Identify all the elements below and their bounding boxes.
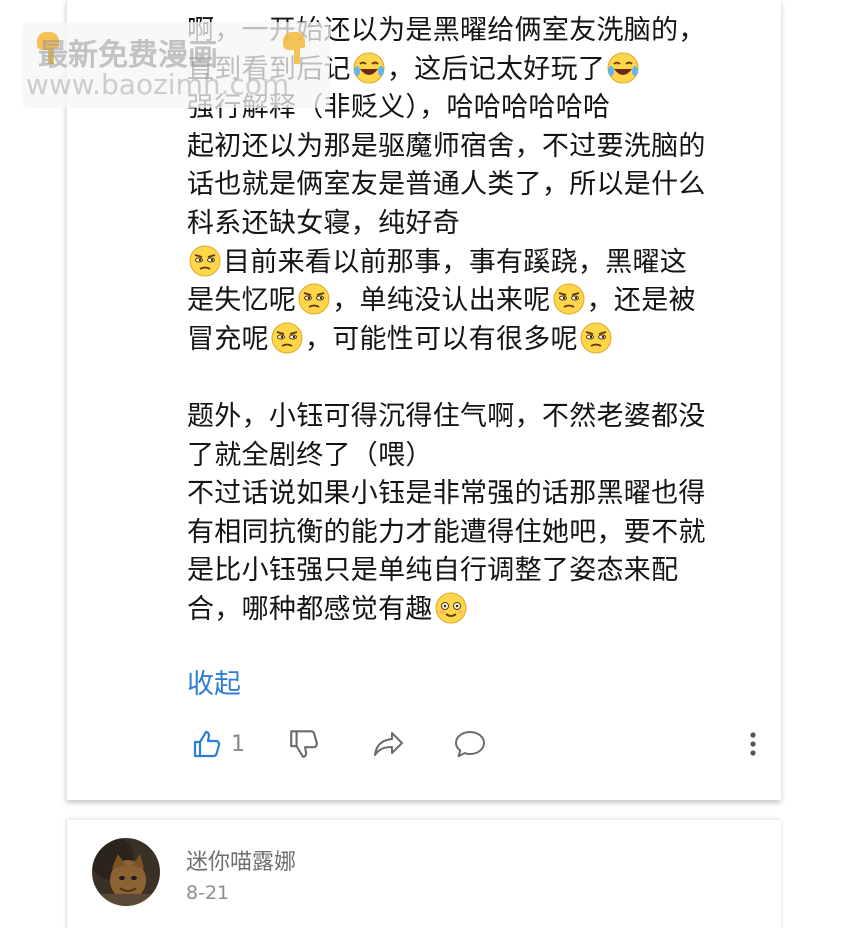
- comment-line: 是失忆呢 ，单纯没认出来呢 ，还是被: [187, 282, 767, 321]
- comment-text: 科系还缺女寝，纯好奇: [187, 207, 460, 239]
- share-icon: [374, 732, 403, 756]
- skeptical-emoji: [271, 322, 303, 354]
- comment-icon: [455, 731, 485, 758]
- username[interactable]: 迷你喵露娜: [186, 844, 296, 876]
- comment-line: 起初还以为那是驱魔师宿舍，不过要洗脑的: [187, 128, 767, 167]
- comment-line: 有相同抗衡的能力才能遭得住她吧，要不就: [187, 514, 767, 553]
- collapse-link[interactable]: 收起: [187, 662, 241, 701]
- next-comment-card: [66, 820, 781, 928]
- skeptical-emoji: [298, 283, 330, 315]
- comment-text: ，还是被: [586, 285, 696, 317]
- comment-text: 题外，小钰可得沉得住气啊，不然老婆都没: [187, 400, 706, 432]
- comment-text: 冒充呢: [187, 323, 269, 355]
- comment-text: 是比小钰强只是单纯自行调整了姿态来配: [187, 555, 679, 587]
- comment-button[interactable]: [453, 722, 487, 766]
- comment-text: ，单纯没认出来呢: [332, 285, 551, 317]
- comment-line: 科系还缺女寝，纯好奇: [187, 205, 767, 244]
- comment-text: ，这后记太好玩了: [386, 53, 606, 85]
- thumbs-up-icon: [193, 730, 221, 758]
- comment-text: 是失忆呢: [187, 285, 297, 317]
- comment-line: 目前来看以前那事，事有蹊跷，黑曜这: [187, 244, 767, 283]
- comment-date: 8-21: [186, 882, 230, 904]
- cat-avatar-image: [92, 838, 160, 906]
- comment-text: 起初还以为那是驱魔师宿舍，不过要洗脑的: [187, 130, 706, 162]
- pointing-hand-icon: [283, 32, 305, 64]
- comment-text: 不过话说如果小钰是非常强的话那黑曜也得: [187, 478, 706, 510]
- comment-line: 话也就是俩室友是普通人类了，所以是什么: [187, 166, 767, 205]
- smile-emoji: [435, 592, 467, 624]
- comment-text: 了就全剧终了（喂）: [187, 439, 433, 471]
- more-vertical-icon: [750, 732, 756, 756]
- comment-line: 不过话说如果小钰是非常强的话那黑曜也得: [187, 475, 767, 514]
- comment-line: 是比小钰强只是单纯自行调整了姿态来配: [187, 552, 767, 591]
- watermark-url: www.baozimh.com: [26, 68, 290, 101]
- skeptical-emoji: [553, 283, 585, 315]
- share-button[interactable]: [371, 722, 407, 766]
- comment-line: 题外，小钰可得沉得住气啊，不然老婆都没: [187, 398, 767, 437]
- laugh-cry-emoji: [607, 52, 639, 84]
- comment-text: 目前来看以前那事，事有蹊跷，黑曜这: [223, 246, 688, 278]
- skeptical-emoji: [189, 245, 221, 277]
- laugh-cry-emoji: [353, 52, 385, 84]
- comment-line: 合，哪种都感觉有趣: [187, 591, 767, 630]
- avatar[interactable]: [92, 838, 160, 906]
- comment-text: 话也就是俩室友是普通人类了，所以是什么: [187, 169, 706, 201]
- more-options-button[interactable]: [743, 722, 763, 766]
- like-count: 1: [231, 731, 245, 757]
- comment-text: 合，哪种都感觉有趣: [187, 593, 433, 625]
- thumbs-down-icon: [290, 730, 318, 758]
- dislike-button[interactable]: [287, 722, 321, 766]
- comment-line: 了就全剧终了（喂）: [187, 437, 767, 476]
- comment-action-bar: 1: [187, 722, 777, 766]
- comment-text: ，可能性可以有很多呢: [304, 323, 578, 355]
- comment-line: 冒充呢 ，可能性可以有很多呢: [187, 321, 767, 360]
- skeptical-emoji: [580, 322, 612, 354]
- comment-page: 啊，一开始还以为是黑曜给俩室友洗脑的，直到看到后记，这后记太好玩了强行解释（非贬…: [0, 0, 850, 928]
- comment-text: 有相同抗衡的能力才能遭得住她吧，要不就: [187, 516, 706, 548]
- like-button[interactable]: 1: [191, 722, 245, 766]
